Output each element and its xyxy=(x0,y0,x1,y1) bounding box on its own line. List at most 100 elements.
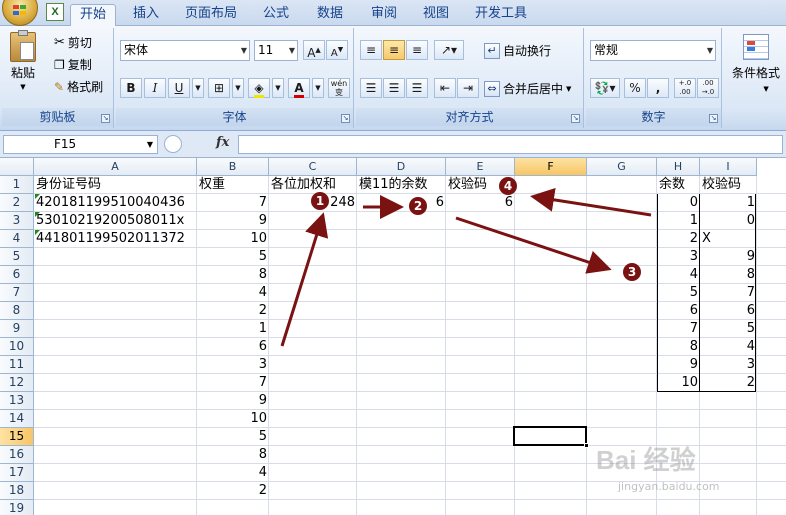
id-number-cell[interactable]: 53010219200508011x xyxy=(34,212,197,230)
lookup-remainder-cell[interactable]: 3 xyxy=(657,248,700,266)
lookup-remainder-cell[interactable]: 2 xyxy=(657,230,700,248)
bold-button[interactable]: B xyxy=(120,78,142,98)
increase-indent-button[interactable]: ⇥ xyxy=(457,78,479,98)
grow-font-button[interactable]: A▲ xyxy=(303,40,325,60)
weight-cell[interactable]: 4 xyxy=(197,464,269,482)
row-header-19[interactable]: 19 xyxy=(0,500,34,515)
row-header-12[interactable]: 12 xyxy=(0,374,34,392)
lookup-code-cell[interactable]: 5 xyxy=(700,320,757,338)
weight-cell[interactable]: 7 xyxy=(197,374,269,392)
row-header-16[interactable]: 16 xyxy=(0,446,34,464)
borders-dropdown[interactable]: ▼ xyxy=(232,78,244,98)
align-bottom-button[interactable]: ≡ xyxy=(406,40,428,60)
lookup-code-cell[interactable]: 1 xyxy=(700,194,757,212)
borders-button[interactable]: ⊞ xyxy=(208,78,230,98)
column-header-a[interactable]: A xyxy=(34,158,197,176)
column-header-d[interactable]: D xyxy=(357,158,446,176)
row-header-5[interactable]: 5 xyxy=(0,248,34,266)
excel-icon[interactable]: X xyxy=(46,3,64,21)
orientation-button[interactable]: ↗▾ xyxy=(434,40,464,60)
tab-developer[interactable]: 开发工具 xyxy=(468,4,534,26)
column-header-g[interactable]: G xyxy=(587,158,657,176)
font-color-button[interactable]: A xyxy=(288,78,310,98)
lookup-remainder-cell[interactable]: 0 xyxy=(657,194,700,212)
weight-cell[interactable]: 9 xyxy=(197,212,269,230)
currency-button[interactable]: 💱▾ xyxy=(590,78,620,98)
lookup-code-cell[interactable]: 9 xyxy=(700,248,757,266)
decrease-decimal-button[interactable]: .00 →.0 xyxy=(697,78,719,98)
column-header-c[interactable]: C xyxy=(269,158,357,176)
column-header-e[interactable]: E xyxy=(446,158,515,176)
mod11-cell[interactable]: 6 xyxy=(357,194,446,212)
font-name-combo[interactable]: 宋体 ▼ xyxy=(120,40,250,61)
header-cell-b1[interactable]: 权重 xyxy=(197,176,269,194)
lookup-code-cell[interactable]: 7 xyxy=(700,284,757,302)
lookup-code-cell[interactable]: 2 xyxy=(700,374,757,392)
row-header-8[interactable]: 8 xyxy=(0,302,34,320)
row-header-9[interactable]: 9 xyxy=(0,320,34,338)
weight-cell[interactable]: 3 xyxy=(197,356,269,374)
header-cell-i1[interactable]: 校验码 xyxy=(700,176,757,194)
row-header-15[interactable]: 15 xyxy=(0,428,34,446)
align-right-button[interactable]: ☰ xyxy=(406,78,428,98)
lookup-remainder-cell[interactable]: 1 xyxy=(657,212,700,230)
font-size-combo[interactable]: 11 ▼ xyxy=(254,40,298,61)
font-color-dropdown[interactable]: ▼ xyxy=(312,78,324,98)
check-code-cell[interactable]: 6 xyxy=(446,194,515,212)
row-header-10[interactable]: 10 xyxy=(0,338,34,356)
fill-color-button[interactable]: ◈ xyxy=(248,78,270,98)
header-cell-d1[interactable]: 模11的余数 xyxy=(357,176,446,194)
underline-dropdown[interactable]: ▼ xyxy=(192,78,204,98)
id-number-cell[interactable]: 441801199502011372 xyxy=(34,230,197,248)
row-header-2[interactable]: 2 xyxy=(0,194,34,212)
lookup-code-cell[interactable]: 0 xyxy=(700,212,757,230)
weight-cell[interactable]: 10 xyxy=(197,410,269,428)
conditional-format-button[interactable]: 条件格式 ▼ xyxy=(732,34,780,93)
insert-function-icon[interactable]: fx xyxy=(216,135,229,150)
lookup-remainder-cell[interactable]: 6 xyxy=(657,302,700,320)
cut-button[interactable]: ✂ 剪切 xyxy=(54,34,92,51)
tab-data[interactable]: 数据 xyxy=(308,4,352,26)
column-header-f[interactable]: F xyxy=(515,158,587,176)
formula-bar-expand-handle[interactable] xyxy=(164,135,182,153)
wrap-text-button[interactable]: ↵ 自动换行 xyxy=(484,42,551,59)
lookup-remainder-cell[interactable]: 10 xyxy=(657,374,700,392)
formula-input[interactable] xyxy=(238,135,783,154)
fill-handle[interactable] xyxy=(584,443,589,448)
number-launcher-icon[interactable]: ↘ xyxy=(709,114,718,123)
tab-formulas[interactable]: 公式 xyxy=(254,4,298,26)
align-left-button[interactable]: ☰ xyxy=(360,78,382,98)
lookup-code-cell[interactable]: X xyxy=(700,230,757,248)
decrease-indent-button[interactable]: ⇤ xyxy=(434,78,456,98)
lookup-remainder-cell[interactable]: 4 xyxy=(657,266,700,284)
header-cell-a1[interactable]: 身份证号码 xyxy=(34,176,197,194)
row-header-3[interactable]: 3 xyxy=(0,212,34,230)
weight-cell[interactable]: 5 xyxy=(197,248,269,266)
lookup-code-cell[interactable]: 3 xyxy=(700,356,757,374)
tab-review[interactable]: 审阅 xyxy=(362,4,406,26)
font-launcher-icon[interactable]: ↘ xyxy=(341,114,350,123)
weight-cell[interactable]: 10 xyxy=(197,230,269,248)
merge-center-button[interactable]: ⇔ 合并后居中 ▼ xyxy=(484,80,571,97)
clipboard-launcher-icon[interactable]: ↘ xyxy=(101,114,110,123)
format-painter-button[interactable]: ✎ 格式刷 xyxy=(54,78,103,95)
column-header-h[interactable]: H xyxy=(657,158,700,176)
column-header-b[interactable]: B xyxy=(197,158,269,176)
weight-cell[interactable]: 8 xyxy=(197,446,269,464)
name-box[interactable]: F15 ▼ xyxy=(3,135,158,154)
row-header-17[interactable]: 17 xyxy=(0,464,34,482)
tab-home[interactable]: 开始 xyxy=(70,4,116,26)
paste-button[interactable]: 粘贴 ▼ xyxy=(10,30,36,91)
number-format-combo[interactable]: 常规 ▼ xyxy=(590,40,716,61)
weight-cell[interactable]: 5 xyxy=(197,428,269,446)
tab-insert[interactable]: 插入 xyxy=(124,4,168,26)
weight-cell[interactable]: 2 xyxy=(197,482,269,500)
office-button[interactable] xyxy=(2,0,38,26)
lookup-code-cell[interactable]: 6 xyxy=(700,302,757,320)
weight-cell[interactable]: 8 xyxy=(197,266,269,284)
percent-button[interactable]: % xyxy=(624,78,646,98)
lookup-remainder-cell[interactable]: 9 xyxy=(657,356,700,374)
row-header-1[interactable]: 1 xyxy=(0,176,34,194)
row-header-18[interactable]: 18 xyxy=(0,482,34,500)
select-all-corner[interactable] xyxy=(0,158,34,176)
